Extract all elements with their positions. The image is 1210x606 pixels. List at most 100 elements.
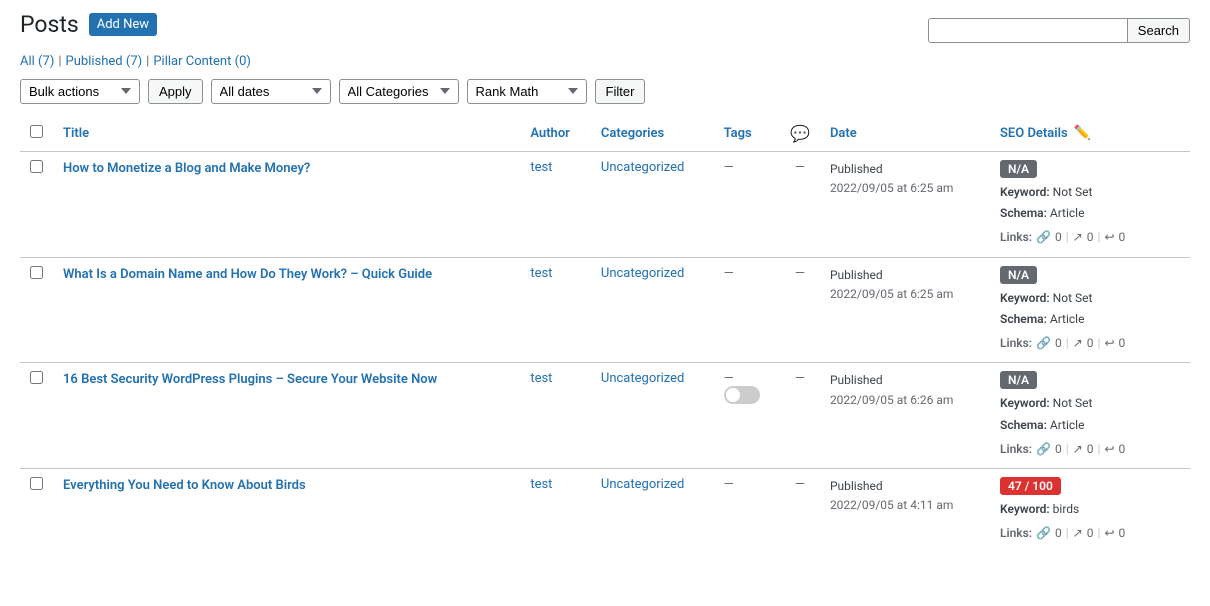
link-icon-incoming: ↩ bbox=[1104, 333, 1114, 355]
post-title-link[interactable]: 16 Best Security WordPress Plugins – Sec… bbox=[63, 371, 510, 389]
date-status: Published bbox=[830, 479, 883, 493]
seo-meta: Keyword: birds Links: 🔗 0 | ↗ 0 | ↩ 0 bbox=[1000, 499, 1180, 544]
post-date-cell: Published 2022/09/05 at 4:11 am bbox=[820, 469, 990, 553]
link-icon-internal: 🔗 bbox=[1036, 333, 1051, 355]
seo-details-link[interactable]: SEO Details bbox=[1000, 126, 1068, 141]
apply-button[interactable]: Apply bbox=[148, 79, 203, 104]
sub-nav-pillar[interactable]: Pillar Content (0) bbox=[153, 54, 251, 69]
link-icon-incoming: ↩ bbox=[1104, 523, 1114, 545]
internal-links-count: 0 bbox=[1055, 333, 1062, 355]
col-header-seo: SEO Details ✏️ bbox=[990, 116, 1190, 152]
links-row: Links: 🔗 0 | ↗ 0 | ↩ 0 bbox=[1000, 523, 1180, 545]
toggle-switch[interactable] bbox=[724, 386, 760, 404]
schema-value: Article bbox=[1050, 418, 1085, 432]
links-label: Links: bbox=[1000, 227, 1032, 249]
all-dates-select[interactable]: All dates bbox=[211, 79, 331, 104]
comment-bubble-icon: 💬 bbox=[790, 124, 810, 143]
link-icon-internal: 🔗 bbox=[1036, 523, 1051, 545]
category-link[interactable]: Uncategorized bbox=[601, 160, 684, 175]
post-comments-cell: — bbox=[780, 363, 820, 469]
search-button[interactable]: Search bbox=[1128, 18, 1190, 43]
author-link[interactable]: test bbox=[530, 160, 552, 175]
post-author-cell: test bbox=[520, 363, 591, 469]
link-icon-internal: 🔗 bbox=[1036, 439, 1051, 461]
seo-score-badge: N/A bbox=[1000, 160, 1037, 178]
seo-score-badge: N/A bbox=[1000, 266, 1037, 284]
post-tags-cell: — bbox=[714, 469, 780, 553]
seo-score-badge: N/A bbox=[1000, 371, 1037, 389]
rank-math-select[interactable]: Rank Math bbox=[467, 79, 587, 104]
author-link[interactable]: test bbox=[530, 266, 552, 281]
links-row: Links: 🔗 0 | ↗ 0 | ↩ 0 bbox=[1000, 439, 1180, 461]
bulk-actions-select[interactable]: Bulk actions bbox=[20, 79, 140, 104]
comments-value: — bbox=[795, 477, 805, 492]
keyword-value: birds bbox=[1053, 502, 1080, 516]
external-links-count: 0 bbox=[1087, 333, 1094, 355]
sub-nav-published[interactable]: Published (7) bbox=[66, 54, 143, 69]
sub-nav-all[interactable]: All (7) bbox=[20, 54, 54, 69]
post-categories-cell: Uncategorized bbox=[591, 469, 714, 553]
date-value: 2022/09/05 at 4:11 am bbox=[830, 498, 953, 512]
schema-value: Article bbox=[1050, 312, 1085, 326]
post-title-cell: Everything You Need to Know About Birds bbox=[53, 469, 520, 553]
date-value: 2022/09/05 at 6:25 am bbox=[830, 181, 953, 195]
keyword-value: Not Set bbox=[1053, 396, 1093, 410]
keyword-label: Keyword: bbox=[1000, 396, 1050, 410]
row-checkbox[interactable] bbox=[30, 371, 43, 384]
select-all-checkbox[interactable] bbox=[30, 125, 43, 138]
date-value: 2022/09/05 at 6:26 am bbox=[830, 393, 953, 407]
post-title-link[interactable]: What Is a Domain Name and How Do They Wo… bbox=[63, 266, 510, 284]
incoming-links-count: 0 bbox=[1119, 523, 1126, 545]
external-links-count: 0 bbox=[1087, 439, 1094, 461]
col-header-title: Title bbox=[53, 116, 520, 152]
col-header-author: Author bbox=[520, 116, 591, 152]
col-header-tags: Tags bbox=[714, 116, 780, 152]
internal-links-count: 0 bbox=[1055, 523, 1062, 545]
link-icon-internal: 🔗 bbox=[1036, 227, 1051, 249]
table-row: What Is a Domain Name and How Do They Wo… bbox=[20, 257, 1190, 363]
add-new-button[interactable]: Add New bbox=[89, 13, 157, 36]
post-seo-cell: N/AKeyword: Not SetSchema: ArticleLinks:… bbox=[990, 151, 1190, 257]
post-tags-cell: — bbox=[714, 363, 780, 469]
links-row: Links: 🔗 0 | ↗ 0 | ↩ 0 bbox=[1000, 227, 1180, 249]
keyword-label: Keyword: bbox=[1000, 502, 1050, 516]
incoming-links-count: 0 bbox=[1119, 333, 1126, 355]
row-checkbox[interactable] bbox=[30, 160, 43, 173]
date-status: Published bbox=[830, 268, 883, 282]
date-status: Published bbox=[830, 373, 883, 387]
search-input[interactable] bbox=[928, 18, 1128, 43]
link-icon-external: ↗ bbox=[1073, 523, 1083, 545]
post-title-link[interactable]: How to Monetize a Blog and Make Money? bbox=[63, 160, 510, 178]
tags-value: — bbox=[724, 371, 734, 386]
row-checkbox[interactable] bbox=[30, 266, 43, 279]
post-comments-cell: — bbox=[780, 151, 820, 257]
edit-icon[interactable]: ✏️ bbox=[1074, 125, 1091, 141]
internal-links-count: 0 bbox=[1055, 227, 1062, 249]
author-link[interactable]: test bbox=[530, 477, 552, 492]
tags-value: — bbox=[724, 160, 734, 175]
schema-label: Schema: bbox=[1000, 206, 1047, 220]
category-link[interactable]: Uncategorized bbox=[601, 371, 684, 386]
links-label: Links: bbox=[1000, 523, 1032, 545]
category-link[interactable]: Uncategorized bbox=[601, 266, 684, 281]
post-seo-cell: N/A Keyword: Not SetSchema: ArticleLinks:… bbox=[990, 257, 1190, 363]
filter-button[interactable]: Filter bbox=[595, 79, 646, 104]
links-row: Links: 🔗 0 | ↗ 0 | ↩ 0 bbox=[1000, 333, 1180, 355]
date-value: 2022/09/05 at 6:25 am bbox=[830, 287, 953, 301]
link-icon-incoming: ↩ bbox=[1104, 227, 1114, 249]
link-icon-external: ↗ bbox=[1073, 227, 1083, 249]
tags-value: — bbox=[724, 266, 734, 281]
tags-value: — bbox=[724, 477, 734, 492]
author-link[interactable]: test bbox=[530, 371, 552, 386]
post-comments-cell: — bbox=[780, 469, 820, 553]
col-header-date: Date bbox=[820, 116, 990, 152]
category-link[interactable]: Uncategorized bbox=[601, 477, 684, 492]
seo-meta: Keyword: Not SetSchema: ArticleLinks: 🔗 … bbox=[1000, 288, 1180, 355]
post-title-link[interactable]: Everything You Need to Know About Birds bbox=[63, 477, 510, 495]
row-checkbox[interactable] bbox=[30, 477, 43, 490]
post-tags-cell: — bbox=[714, 257, 780, 363]
filter-bar: Bulk actions Apply All dates All Categor… bbox=[20, 79, 1190, 104]
incoming-links-count: 0 bbox=[1119, 227, 1126, 249]
post-categories-cell: Uncategorized bbox=[591, 257, 714, 363]
all-categories-select[interactable]: All Categories bbox=[339, 79, 459, 104]
